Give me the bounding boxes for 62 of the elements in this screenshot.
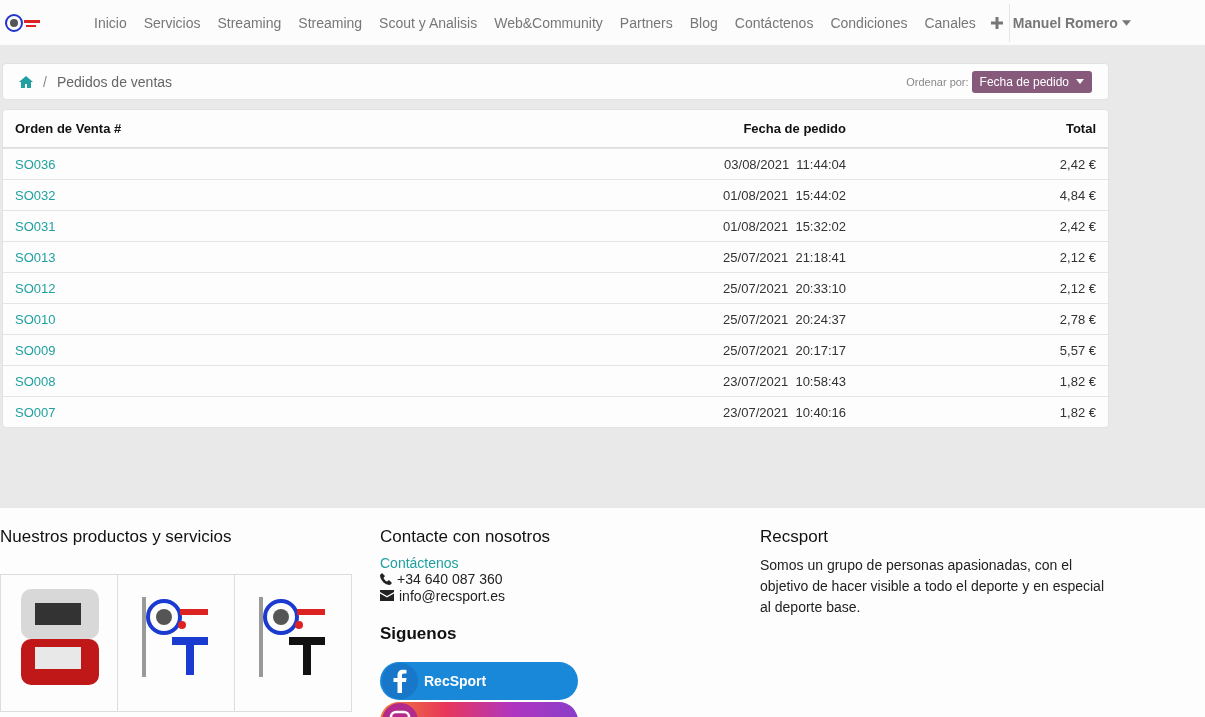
sort-label: Ordenar por: xyxy=(906,75,969,88)
section-title: Recsport xyxy=(760,527,830,547)
nav-link[interactable]: Partners xyxy=(619,14,673,31)
contact-link[interactable]: Contáctenos xyxy=(380,555,730,572)
facebook-icon xyxy=(382,663,418,699)
table-cell-text: 2,42 € xyxy=(1058,218,1096,234)
order-link[interactable]: SO007 xyxy=(15,404,546,420)
table-cell-text: 23/07/2021 10:58:43 xyxy=(722,373,846,389)
nav-link[interactable]: Blog xyxy=(689,14,718,31)
plus-icon[interactable] xyxy=(990,16,1003,29)
caret-icon xyxy=(1121,19,1131,26)
order-link[interactable]: SO032 xyxy=(15,187,546,203)
nav-link[interactable]: Inicio xyxy=(94,14,127,31)
nav-link[interactable]: Servicios xyxy=(143,14,201,31)
email-address: info@recsport.es xyxy=(399,587,506,604)
caret-icon xyxy=(1076,79,1084,84)
table-cell-text: 1,82 € xyxy=(1058,373,1096,389)
section-title: Nuestros productos y servicios xyxy=(0,527,233,547)
table-cell-text: 01/08/2021 15:44:02 xyxy=(722,187,846,203)
order-link[interactable]: SO012 xyxy=(15,280,546,296)
table-cell-text: 2,12 € xyxy=(1058,280,1096,296)
nav-link[interactable]: Web&Community xyxy=(494,14,603,31)
table-cell-text: 2,78 € xyxy=(1058,311,1096,327)
envelope-icon xyxy=(380,590,394,602)
table-cell-text: 25/07/2021 20:17:17 xyxy=(722,342,846,358)
table-cell-text: 23/07/2021 10:40:16 xyxy=(722,404,846,420)
table-cell-text: 4,84 € xyxy=(1058,187,1096,203)
order-link[interactable]: SO031 xyxy=(15,218,546,234)
table-cell-text: 1,82 € xyxy=(1058,404,1096,420)
facebook-button[interactable]: RecSport xyxy=(380,662,578,700)
column-header: Total xyxy=(1064,121,1096,136)
table-cell-text: 25/07/2021 20:24:37 xyxy=(722,311,846,327)
section-title: Siguenos xyxy=(380,624,458,644)
breadcrumb-separator: / xyxy=(43,73,47,90)
nav-link[interactable]: Condiciones xyxy=(830,14,908,31)
table-cell-text: 25/07/2021 20:33:10 xyxy=(722,280,846,296)
order-link[interactable]: SO008 xyxy=(15,373,546,389)
table-cell-text: 03/08/2021 11:44:04 xyxy=(723,156,846,172)
order-link[interactable]: SO036 xyxy=(15,156,546,172)
order-link[interactable]: SO013 xyxy=(15,249,546,265)
nav-link[interactable]: Contáctenos xyxy=(734,14,814,31)
nav-link[interactable]: Streaming xyxy=(217,14,282,31)
nav-link[interactable]: Canales xyxy=(924,14,976,31)
table-cell-text: 01/08/2021 15:32:02 xyxy=(722,218,846,234)
about-text: Somos un grupo de personas apasionadas, con el objetivo de hacer visible a todo el deporte y en especial al deporte base. xyxy=(760,556,1105,617)
user-menu[interactable]: Manuel Romero xyxy=(998,14,1131,31)
table-cell-text: 2,12 € xyxy=(1058,249,1096,265)
column-header: Orden de Venta # xyxy=(15,121,123,136)
table-cell-text: 2,42 € xyxy=(1058,156,1096,172)
section-title: Contacte con nosotros xyxy=(380,527,552,547)
phone-number: +34 640 087 360 xyxy=(397,571,503,588)
nav-link[interactable]: Scout y Analisis xyxy=(379,14,478,31)
nav-link[interactable]: Streaming xyxy=(298,14,363,31)
sort-dropdown[interactable]: Fecha de pedido xyxy=(971,70,1092,93)
phone-icon xyxy=(380,573,392,586)
breadcrumb-current: Pedidos de ventas xyxy=(56,73,173,90)
order-link[interactable]: SO010 xyxy=(15,311,546,327)
column-header: Fecha de pedido xyxy=(742,121,846,136)
home-icon[interactable] xyxy=(19,75,33,88)
table-cell-text: 25/07/2021 21:18:41 xyxy=(722,249,846,265)
table-cell-text: 5,57 € xyxy=(1058,342,1096,358)
order-link[interactable]: SO009 xyxy=(15,342,546,358)
